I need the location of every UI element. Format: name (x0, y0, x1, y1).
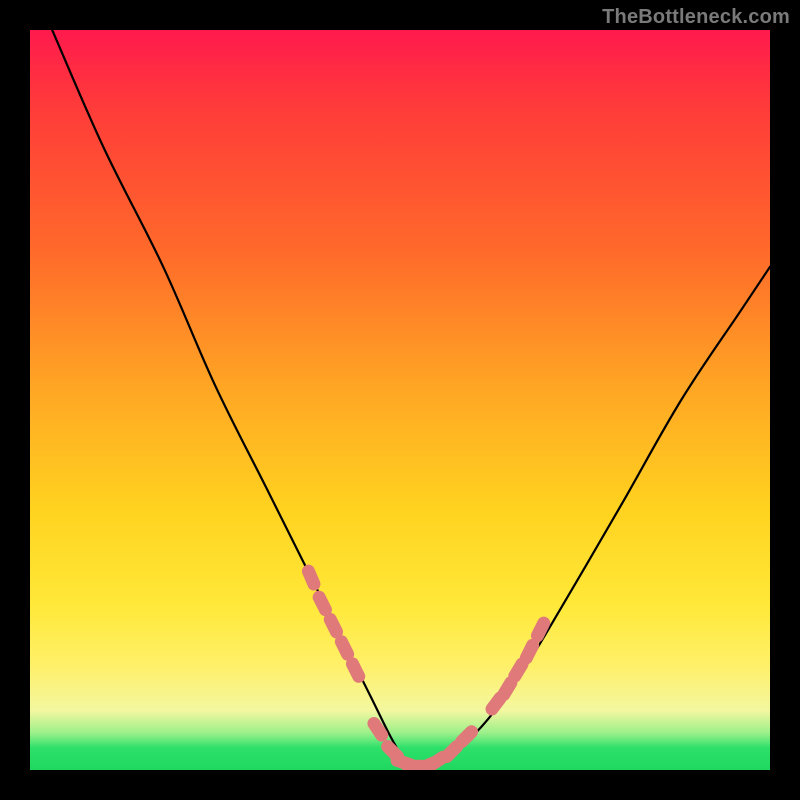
curve-marker (447, 747, 457, 757)
curve-marker (462, 732, 472, 742)
curve-marker (341, 642, 347, 655)
curve-marker (526, 645, 532, 658)
plot-area (30, 30, 770, 770)
curve-marker (352, 664, 358, 677)
curve-marker (319, 597, 325, 610)
curve-marker (374, 723, 382, 735)
chart-frame: TheBottleneck.com (0, 0, 800, 800)
bottleneck-curve (52, 30, 770, 770)
curve-marker (504, 683, 511, 695)
curve-marker (330, 619, 336, 632)
watermark-text: TheBottleneck.com (602, 6, 790, 29)
marker-group (308, 571, 543, 769)
curve-marker (537, 623, 543, 636)
curve-marker (492, 698, 500, 709)
curve-marker (308, 571, 314, 584)
chart-overlay (30, 30, 770, 770)
curve-marker (515, 664, 522, 676)
